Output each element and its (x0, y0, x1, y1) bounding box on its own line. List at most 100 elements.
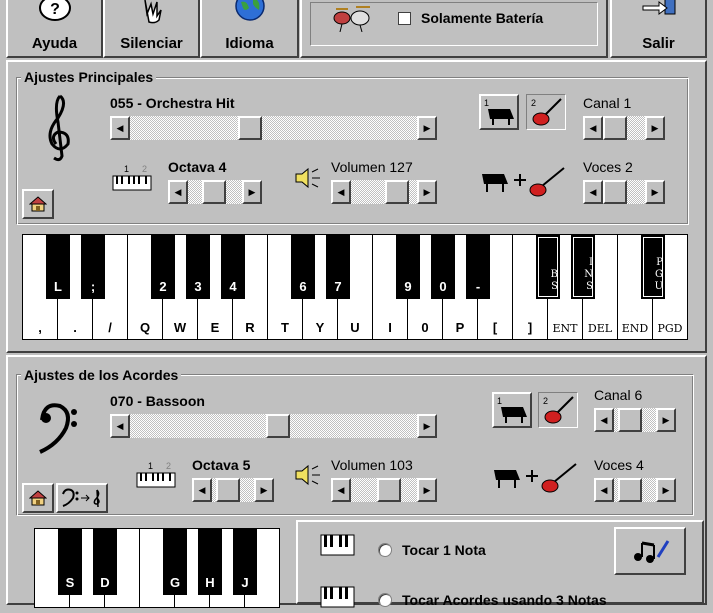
scroll-right-icon[interactable]: ▶ (417, 478, 437, 502)
svg-text:2: 2 (531, 98, 536, 108)
scroll-track[interactable] (130, 414, 417, 438)
black-key[interactable]: - (466, 235, 490, 299)
black-key[interactable]: INS (571, 235, 595, 299)
scroll-thumb[interactable] (216, 478, 240, 502)
option-one-note-label: Tocar 1 Nota (402, 542, 486, 558)
scroll-thumb[interactable] (266, 414, 290, 438)
main-settings-title: Ajustes Principales (21, 69, 157, 85)
scroll-left-icon[interactable]: ◀ (110, 116, 130, 140)
language-button[interactable]: Idioma (200, 0, 299, 58)
drums-only-label: Solamente Batería (421, 10, 544, 26)
main-channel-scrollbar[interactable]: ◀ ▶ (583, 116, 665, 140)
clef-switch-button[interactable] (56, 483, 108, 513)
scroll-thumb[interactable] (618, 408, 642, 432)
drums-only-checkbox[interactable]: Solamente Batería (398, 10, 543, 26)
main-volume-label: Volumen 127 (331, 159, 413, 175)
scroll-thumb[interactable] (385, 180, 409, 204)
scroll-thumb[interactable] (603, 180, 627, 204)
scroll-thumb[interactable] (377, 478, 401, 502)
scroll-right-icon[interactable]: ▶ (656, 408, 676, 432)
scroll-left-icon[interactable]: ◀ (594, 408, 614, 432)
home-button-chords[interactable] (22, 483, 54, 513)
scroll-right-icon[interactable]: ▶ (417, 180, 437, 204)
radio-three-notes[interactable] (378, 593, 392, 607)
black-key[interactable]: 4 (221, 235, 245, 299)
main-volume-scrollbar[interactable]: ◀ ▶ (331, 180, 437, 204)
black-key[interactable]: G (163, 529, 187, 595)
main-piano-button[interactable]: 1 (479, 94, 519, 130)
scroll-right-icon[interactable]: ▶ (656, 478, 676, 502)
scroll-thumb[interactable] (202, 180, 226, 204)
chord-piano-button[interactable]: 1 (492, 392, 532, 428)
black-key[interactable]: ; (81, 235, 105, 299)
scroll-track[interactable] (351, 478, 417, 502)
scroll-left-icon[interactable]: ◀ (168, 180, 188, 204)
exit-arrow-icon (641, 0, 677, 29)
black-key[interactable]: 0 (431, 235, 455, 299)
chord-volume-scrollbar[interactable]: ◀ ▶ (331, 478, 437, 502)
exit-button[interactable]: Salir (610, 0, 707, 58)
main-instrument-scrollbar[interactable]: ◀ ▶ (110, 116, 437, 140)
chord-piano-keyboard[interactable]: SDGHJ (34, 528, 280, 608)
chord-guitar-button[interactable]: 2 (538, 392, 578, 428)
black-key[interactable]: J (233, 529, 257, 595)
scroll-left-icon[interactable]: ◀ (331, 478, 351, 502)
svg-text:?: ? (50, 1, 60, 18)
option-three-notes[interactable]: Tocar Acordes usando 3 Notas (378, 592, 607, 608)
black-key[interactable]: 3 (186, 235, 210, 299)
black-key[interactable]: 6 (291, 235, 315, 299)
black-key[interactable]: PGU (641, 235, 665, 299)
scroll-left-icon[interactable]: ◀ (110, 414, 130, 438)
piano-icon: 1 (497, 396, 527, 423)
black-key[interactable]: S (58, 529, 82, 595)
scroll-right-icon[interactable]: ▶ (645, 116, 665, 140)
scroll-thumb[interactable] (238, 116, 262, 140)
scroll-right-icon[interactable]: ▶ (417, 414, 437, 438)
radio-one-note[interactable] (378, 543, 392, 557)
scroll-left-icon[interactable]: ◀ (331, 180, 351, 204)
scroll-track[interactable] (603, 180, 645, 204)
drums-only-box[interactable] (398, 11, 411, 25)
scroll-left-icon[interactable]: ◀ (192, 478, 212, 502)
scroll-track[interactable] (188, 180, 242, 204)
black-key[interactable]: 7 (326, 235, 350, 299)
help-button[interactable]: ? Ayuda (6, 0, 103, 58)
black-key[interactable]: BS (536, 235, 560, 299)
black-key[interactable]: 9 (396, 235, 420, 299)
scroll-left-icon[interactable]: ◀ (583, 180, 603, 204)
scroll-right-icon[interactable]: ▶ (417, 116, 437, 140)
scroll-thumb[interactable] (618, 478, 642, 502)
chord-channel-scrollbar[interactable]: ◀ ▶ (594, 408, 676, 432)
chord-octave-scrollbar[interactable]: ◀ ▶ (192, 478, 274, 502)
chord-instrument-scrollbar[interactable]: ◀ ▶ (110, 414, 437, 438)
scroll-track[interactable] (212, 478, 254, 502)
black-key[interactable]: 2 (151, 235, 175, 299)
main-voices-scrollbar[interactable]: ◀ ▶ (583, 180, 665, 204)
home-button-main[interactable] (22, 189, 54, 219)
black-key[interactable]: H (198, 529, 222, 595)
scroll-left-icon[interactable]: ◀ (594, 478, 614, 502)
question-icon: ? (38, 0, 72, 29)
scroll-thumb[interactable] (603, 116, 627, 140)
scroll-right-icon[interactable]: ▶ (242, 180, 262, 204)
scroll-left-icon[interactable]: ◀ (583, 116, 603, 140)
main-octave-scrollbar[interactable]: ◀ ▶ (168, 180, 262, 204)
black-key[interactable]: L (46, 235, 70, 299)
home-icon (29, 196, 47, 212)
music-notes-button[interactable] (614, 527, 686, 575)
scroll-track[interactable] (130, 116, 417, 140)
scroll-right-icon[interactable]: ▶ (645, 180, 665, 204)
scroll-track[interactable] (603, 116, 645, 140)
music-notes-icon (634, 540, 670, 563)
chord-voices-scrollbar[interactable]: ◀ ▶ (594, 478, 676, 502)
scroll-track[interactable] (351, 180, 417, 204)
scroll-track[interactable] (614, 408, 656, 432)
scroll-track[interactable] (614, 478, 656, 502)
main-guitar-button[interactable]: 2 (526, 94, 566, 130)
main-piano-keyboard[interactable]: ,. / Q W E R T Y U I 0 P[] ENT DEL END PGD L; 2 3 4 6 7 9 0- B S I… (22, 234, 688, 340)
black-key[interactable]: D (93, 529, 117, 595)
option-one-note[interactable]: Tocar 1 Nota (378, 542, 486, 558)
mute-button[interactable]: Silenciar (103, 0, 200, 58)
svg-text:1: 1 (497, 396, 502, 406)
scroll-right-icon[interactable]: ▶ (254, 478, 274, 502)
